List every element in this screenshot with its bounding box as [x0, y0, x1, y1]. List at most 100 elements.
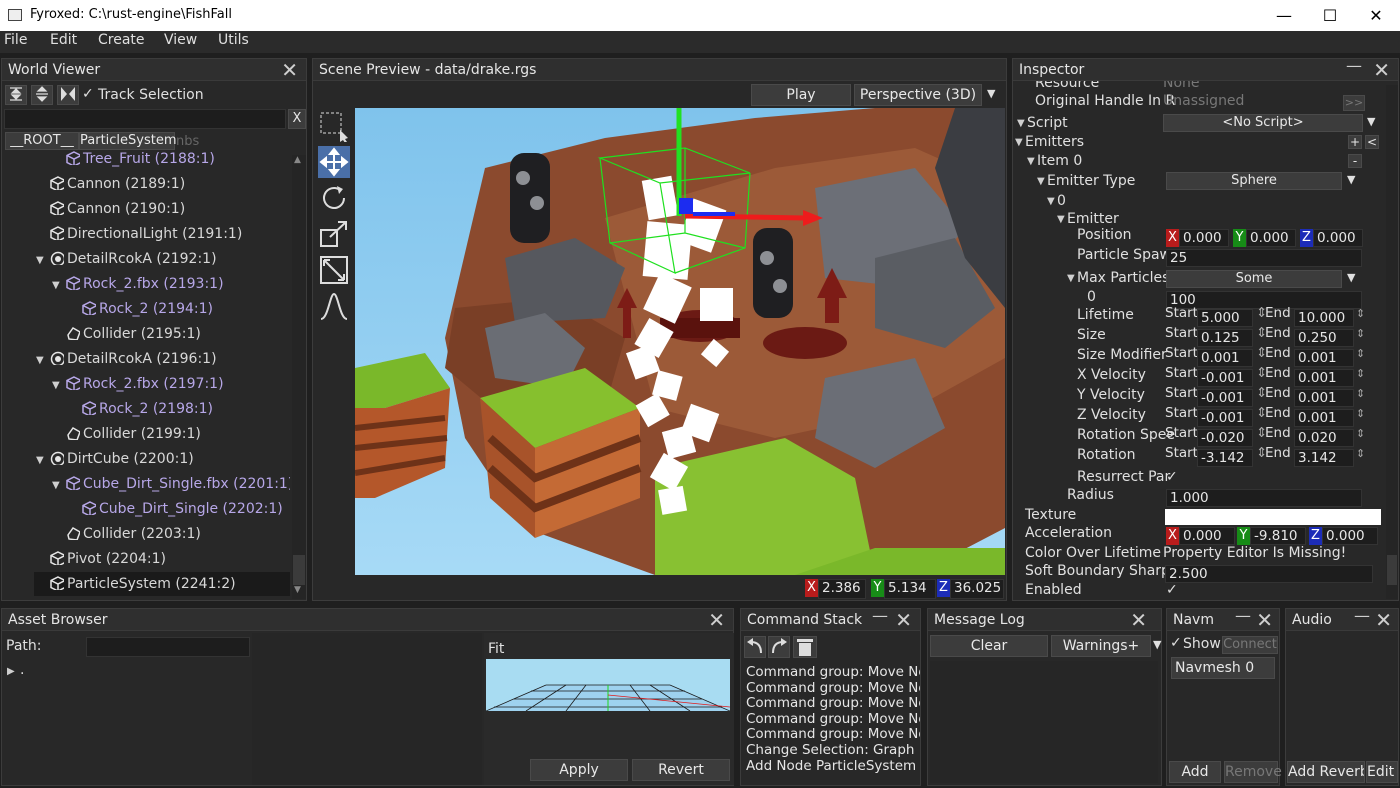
- range-end-field[interactable]: 0.020: [1294, 429, 1354, 447]
- scene-viewport[interactable]: [355, 108, 1005, 575]
- script-select[interactable]: <No Script>: [1163, 114, 1363, 132]
- locate-button[interactable]: [57, 85, 79, 105]
- inspector-close-icon[interactable]: ✕: [1373, 59, 1390, 82]
- apply-button[interactable]: Apply: [530, 759, 628, 781]
- accel-y-field[interactable]: -9.810: [1250, 527, 1306, 545]
- command-entry[interactable]: Add Node ParticleSystem: [746, 758, 916, 774]
- script-dropdown-icon[interactable]: ▼: [1367, 115, 1375, 128]
- tree-row[interactable]: Cannon (2190:1): [2, 197, 290, 221]
- tree-expand-icon[interactable]: ▼: [36, 349, 50, 373]
- path-field[interactable]: [86, 637, 250, 657]
- tree-row[interactable]: DirectionalLight (2191:1): [2, 222, 290, 246]
- tree-row[interactable]: ParticleSystem (2241:2): [34, 572, 290, 596]
- revert-button[interactable]: Revert: [632, 759, 730, 781]
- navmesh-minimize-icon[interactable]: —: [1235, 606, 1251, 625]
- max-particles-select[interactable]: Some: [1166, 270, 1342, 288]
- show-checkbox[interactable]: ✓: [1170, 635, 1182, 651]
- orig-handle-button[interactable]: >>: [1343, 95, 1365, 111]
- world-viewer-close-icon[interactable]: ✕: [281, 58, 298, 82]
- range-end-field[interactable]: 0.001: [1294, 389, 1354, 407]
- undo-button[interactable]: [744, 636, 766, 658]
- command-entry[interactable]: Change Selection: Graph: [746, 742, 914, 758]
- folder-expand-icon[interactable]: ▶: [7, 666, 15, 677]
- minimize-button[interactable]: —: [1261, 0, 1307, 31]
- move-tool-icon[interactable]: [318, 146, 350, 178]
- maximize-button[interactable]: ☐: [1307, 0, 1353, 31]
- tree-expand-icon[interactable]: ▼: [36, 249, 50, 273]
- position-z-field[interactable]: 0.000: [1313, 229, 1363, 247]
- connect-button[interactable]: Connect: [1222, 636, 1278, 654]
- command-entry[interactable]: Command group: Move No: [746, 664, 920, 680]
- rotate-tool-icon[interactable]: [318, 182, 350, 214]
- message-log-close-icon[interactable]: ✕: [1130, 608, 1147, 632]
- track-selection-checkbox[interactable]: ✓: [82, 86, 94, 102]
- range-start-field[interactable]: -0.001: [1197, 409, 1253, 427]
- resurrect-checkbox[interactable]: ✓: [1166, 469, 1178, 485]
- command-entry[interactable]: Command group: Move No: [746, 711, 920, 727]
- accel-x-field[interactable]: 0.000: [1179, 527, 1235, 545]
- tree-row[interactable]: Cube_Dirt_Single (2202:1): [2, 497, 290, 521]
- max-particles-dropdown-icon[interactable]: ▼: [1347, 271, 1355, 284]
- item0-expand-icon[interactable]: ▼: [1027, 156, 1035, 167]
- range-end-field[interactable]: 10.000: [1294, 309, 1354, 327]
- texture-preview[interactable]: [1165, 509, 1381, 525]
- tree-scrollbar[interactable]: ▲ ▼: [292, 155, 306, 599]
- audio-minimize-icon[interactable]: —: [1354, 606, 1370, 625]
- camera-mode-dropdown-icon[interactable]: ▼: [987, 87, 995, 100]
- tree-row[interactable]: Collider (2203:1): [2, 522, 290, 546]
- item0-remove-button[interactable]: -: [1348, 154, 1362, 168]
- range-start-field[interactable]: -0.001: [1197, 389, 1253, 407]
- range-end-field[interactable]: 0.250: [1294, 329, 1354, 347]
- tree-row[interactable]: ▼ DetailRcokA (2196:1): [2, 347, 290, 371]
- tree-row[interactable]: Collider (2199:1): [2, 422, 290, 446]
- command-stack-minimize-icon[interactable]: —: [872, 606, 888, 625]
- tree-row[interactable]: Rock_2 (2194:1): [2, 297, 290, 321]
- range-end-spinner[interactable]: ⇕: [1356, 427, 1365, 440]
- inspector-minimize-icon[interactable]: —: [1346, 59, 1362, 75]
- range-start-field[interactable]: 0.125: [1197, 329, 1253, 347]
- audio-edit-button[interactable]: Edit C: [1366, 761, 1398, 783]
- range-end-spinner[interactable]: ⇕: [1356, 387, 1365, 400]
- range-end-field[interactable]: 3.142: [1294, 449, 1354, 467]
- menu-edit[interactable]: Edit: [50, 32, 77, 48]
- tree-row[interactable]: ▼ DirtCube (2200:1): [2, 447, 290, 471]
- navmesh-add-button[interactable]: Add: [1169, 761, 1221, 783]
- range-end-spinner[interactable]: ⇕: [1356, 447, 1365, 460]
- fit-button[interactable]: Fit: [488, 641, 504, 657]
- range-start-field[interactable]: -0.020: [1197, 429, 1253, 447]
- menu-utils[interactable]: Utils: [218, 32, 249, 48]
- redo-button[interactable]: [768, 636, 790, 658]
- world-search-input[interactable]: [4, 109, 286, 129]
- audio-close-icon[interactable]: ✕: [1375, 608, 1392, 632]
- clear-stack-button[interactable]: [793, 636, 817, 658]
- folder-root[interactable]: .: [20, 662, 24, 678]
- radius-field[interactable]: 1.000: [1166, 489, 1362, 507]
- tree-row[interactable]: ▼ Rock_2.fbx (2197:1): [2, 372, 290, 396]
- tree-row[interactable]: Cannon (2189:1): [2, 172, 290, 196]
- search-clear-button[interactable]: X: [288, 109, 306, 129]
- range-start-field[interactable]: 0.001: [1197, 349, 1253, 367]
- log-filter-select[interactable]: Warnings+: [1051, 635, 1151, 657]
- curve-tool-icon[interactable]: [318, 290, 350, 322]
- accel-z-field[interactable]: 0.000: [1322, 527, 1378, 545]
- breadcrumb-particle-system[interactable]: ParticleSystem: [79, 132, 177, 150]
- navmesh-close-icon[interactable]: ✕: [1256, 608, 1273, 632]
- asset-file-list[interactable]: [252, 633, 482, 785]
- command-entry[interactable]: Command group: Move No: [746, 680, 920, 696]
- add-reverb-button[interactable]: Add Reverb: [1287, 761, 1365, 783]
- tree-row[interactable]: Pivot (2204:1): [2, 547, 290, 571]
- range-end-spinner[interactable]: ⇕: [1356, 407, 1365, 420]
- scale-tool-icon[interactable]: [318, 218, 350, 250]
- tree-expand-icon[interactable]: ▼: [52, 474, 66, 498]
- spawn-field[interactable]: 25: [1166, 249, 1362, 267]
- zero-expand-icon[interactable]: ▼: [1047, 196, 1055, 207]
- emitters-add-button[interactable]: +: [1348, 135, 1362, 149]
- tree-scroll-thumb[interactable]: [293, 555, 305, 585]
- log-filter-dropdown-icon[interactable]: ▼: [1153, 638, 1161, 651]
- command-stack-close-icon[interactable]: ✕: [895, 608, 912, 632]
- command-entry[interactable]: Command group: Move No: [746, 726, 920, 742]
- menu-file[interactable]: File: [4, 32, 27, 48]
- menu-create[interactable]: Create: [98, 32, 145, 48]
- emitter-type-select[interactable]: Sphere: [1166, 172, 1342, 190]
- range-end-field[interactable]: 0.001: [1294, 369, 1354, 387]
